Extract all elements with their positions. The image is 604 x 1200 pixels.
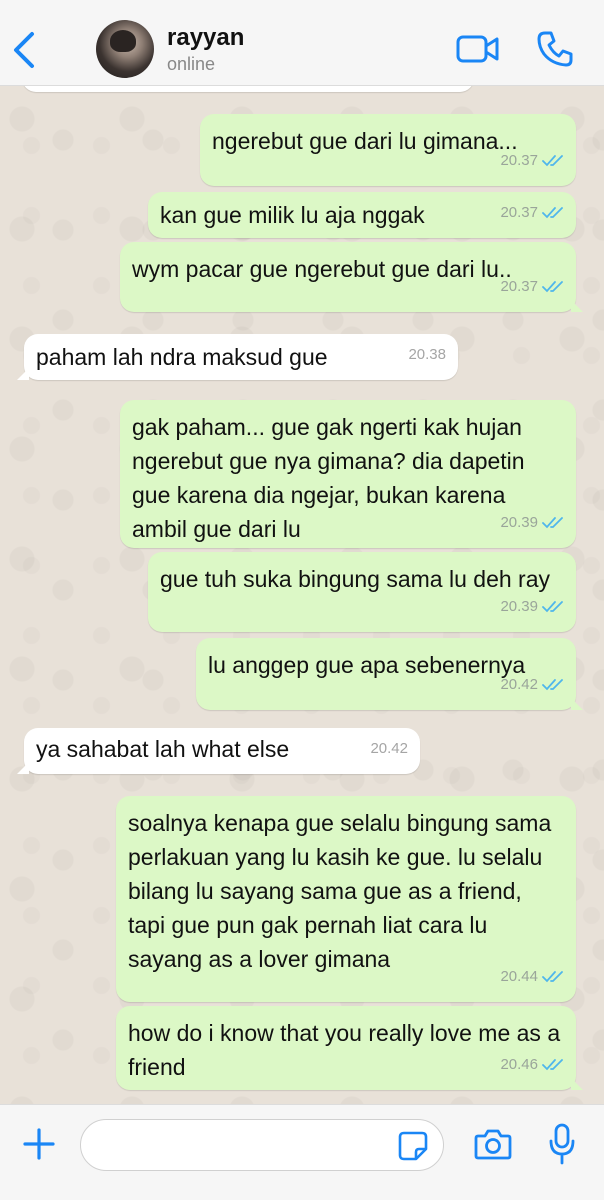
video-camera-icon	[456, 35, 499, 63]
message-text: wym pacar gue ngerebut gue dari lu..	[132, 256, 512, 282]
sticker-button[interactable]	[398, 1131, 428, 1166]
message-time: 20.44	[500, 968, 538, 985]
sticker-icon	[398, 1131, 428, 1161]
chat-area[interactable]: ngerebut gue dari lu gimana... 20.37 kan…	[0, 86, 604, 1104]
message-time: 20.37	[500, 204, 538, 221]
message-meta: 20.44	[500, 960, 564, 994]
camera-icon	[474, 1129, 512, 1160]
message-input-bar	[0, 1104, 604, 1200]
video-call-button[interactable]	[456, 34, 500, 64]
phone-icon	[537, 31, 573, 67]
message-time: 20.37	[500, 152, 538, 169]
message-meta: 20.46	[500, 1048, 564, 1082]
chat-header: rayyan online	[0, 0, 604, 86]
message-text: ya sahabat lah what else	[36, 736, 290, 762]
read-ticks-icon	[542, 281, 563, 293]
message-text: soalnya kenapa gue selalu bingung sama p…	[128, 810, 552, 972]
message-bubble-partial	[22, 86, 474, 92]
message-bubble-outgoing[interactable]: wym pacar gue ngerebut gue dari lu.. 20.…	[120, 242, 583, 312]
microphone-icon	[549, 1123, 575, 1165]
chevron-left-icon	[14, 32, 34, 68]
message-time: 20.42	[500, 676, 538, 693]
contact-name[interactable]: rayyan	[167, 24, 244, 52]
read-ticks-icon	[542, 679, 563, 691]
message-meta: 20.37	[500, 144, 564, 178]
contact-avatar[interactable]	[96, 20, 154, 78]
read-ticks-icon	[542, 601, 563, 613]
read-ticks-icon	[542, 155, 563, 167]
message-time: 20.39	[500, 598, 538, 615]
message-meta: 20.42	[370, 732, 408, 766]
message-time: 20.37	[500, 278, 538, 295]
message-bubble-incoming[interactable]: paham lah ndra maksud gue 20.38	[17, 334, 458, 380]
message-meta: 20.39	[500, 590, 564, 624]
message-time: 20.38	[408, 346, 446, 363]
message-meta: 20.37	[500, 270, 564, 304]
plus-icon	[23, 1128, 55, 1160]
read-ticks-icon	[542, 207, 563, 219]
microphone-button[interactable]	[548, 1123, 576, 1170]
message-bubble-incoming[interactable]: ya sahabat lah what else 20.42	[17, 728, 420, 774]
attach-button[interactable]	[22, 1127, 56, 1166]
message-bubble-outgoing[interactable]: gak paham... gue gak ngerti kak hujan ng…	[120, 400, 576, 548]
voice-call-button[interactable]	[536, 30, 574, 68]
read-ticks-icon	[542, 1059, 563, 1071]
message-meta: 20.38	[408, 338, 446, 372]
camera-button[interactable]	[474, 1127, 512, 1166]
message-text: paham lah ndra maksud gue	[36, 344, 328, 370]
message-meta: 20.42	[500, 668, 564, 702]
message-meta: 20.39	[500, 506, 564, 540]
message-time: 20.39	[500, 514, 538, 531]
message-input[interactable]	[80, 1119, 444, 1171]
contact-status: online	[167, 54, 216, 74]
message-text: gak paham... gue gak ngerti kak hujan ng…	[132, 414, 525, 542]
message-bubble-outgoing[interactable]: lu anggep gue apa sebenernya 20.42	[196, 638, 583, 710]
message-time: 20.46	[500, 1056, 538, 1073]
message-bubble-outgoing[interactable]: how do i know that you really love me as…	[116, 1006, 583, 1090]
message-bubble-outgoing[interactable]: kan gue milik lu aja nggak 20.37	[148, 192, 576, 238]
message-meta: 20.37	[500, 196, 564, 230]
message-bubble-outgoing[interactable]: soalnya kenapa gue selalu bingung sama p…	[116, 796, 576, 1002]
read-ticks-icon	[542, 971, 563, 983]
message-text: how do i know that you really love me as…	[128, 1020, 561, 1080]
message-time: 20.42	[370, 740, 408, 757]
read-ticks-icon	[542, 517, 563, 529]
back-button[interactable]	[10, 30, 40, 70]
message-bubble-outgoing[interactable]: gue tuh suka bingung sama lu deh ray 20.…	[148, 552, 576, 632]
message-bubble-outgoing[interactable]: ngerebut gue dari lu gimana... 20.37	[200, 114, 576, 186]
